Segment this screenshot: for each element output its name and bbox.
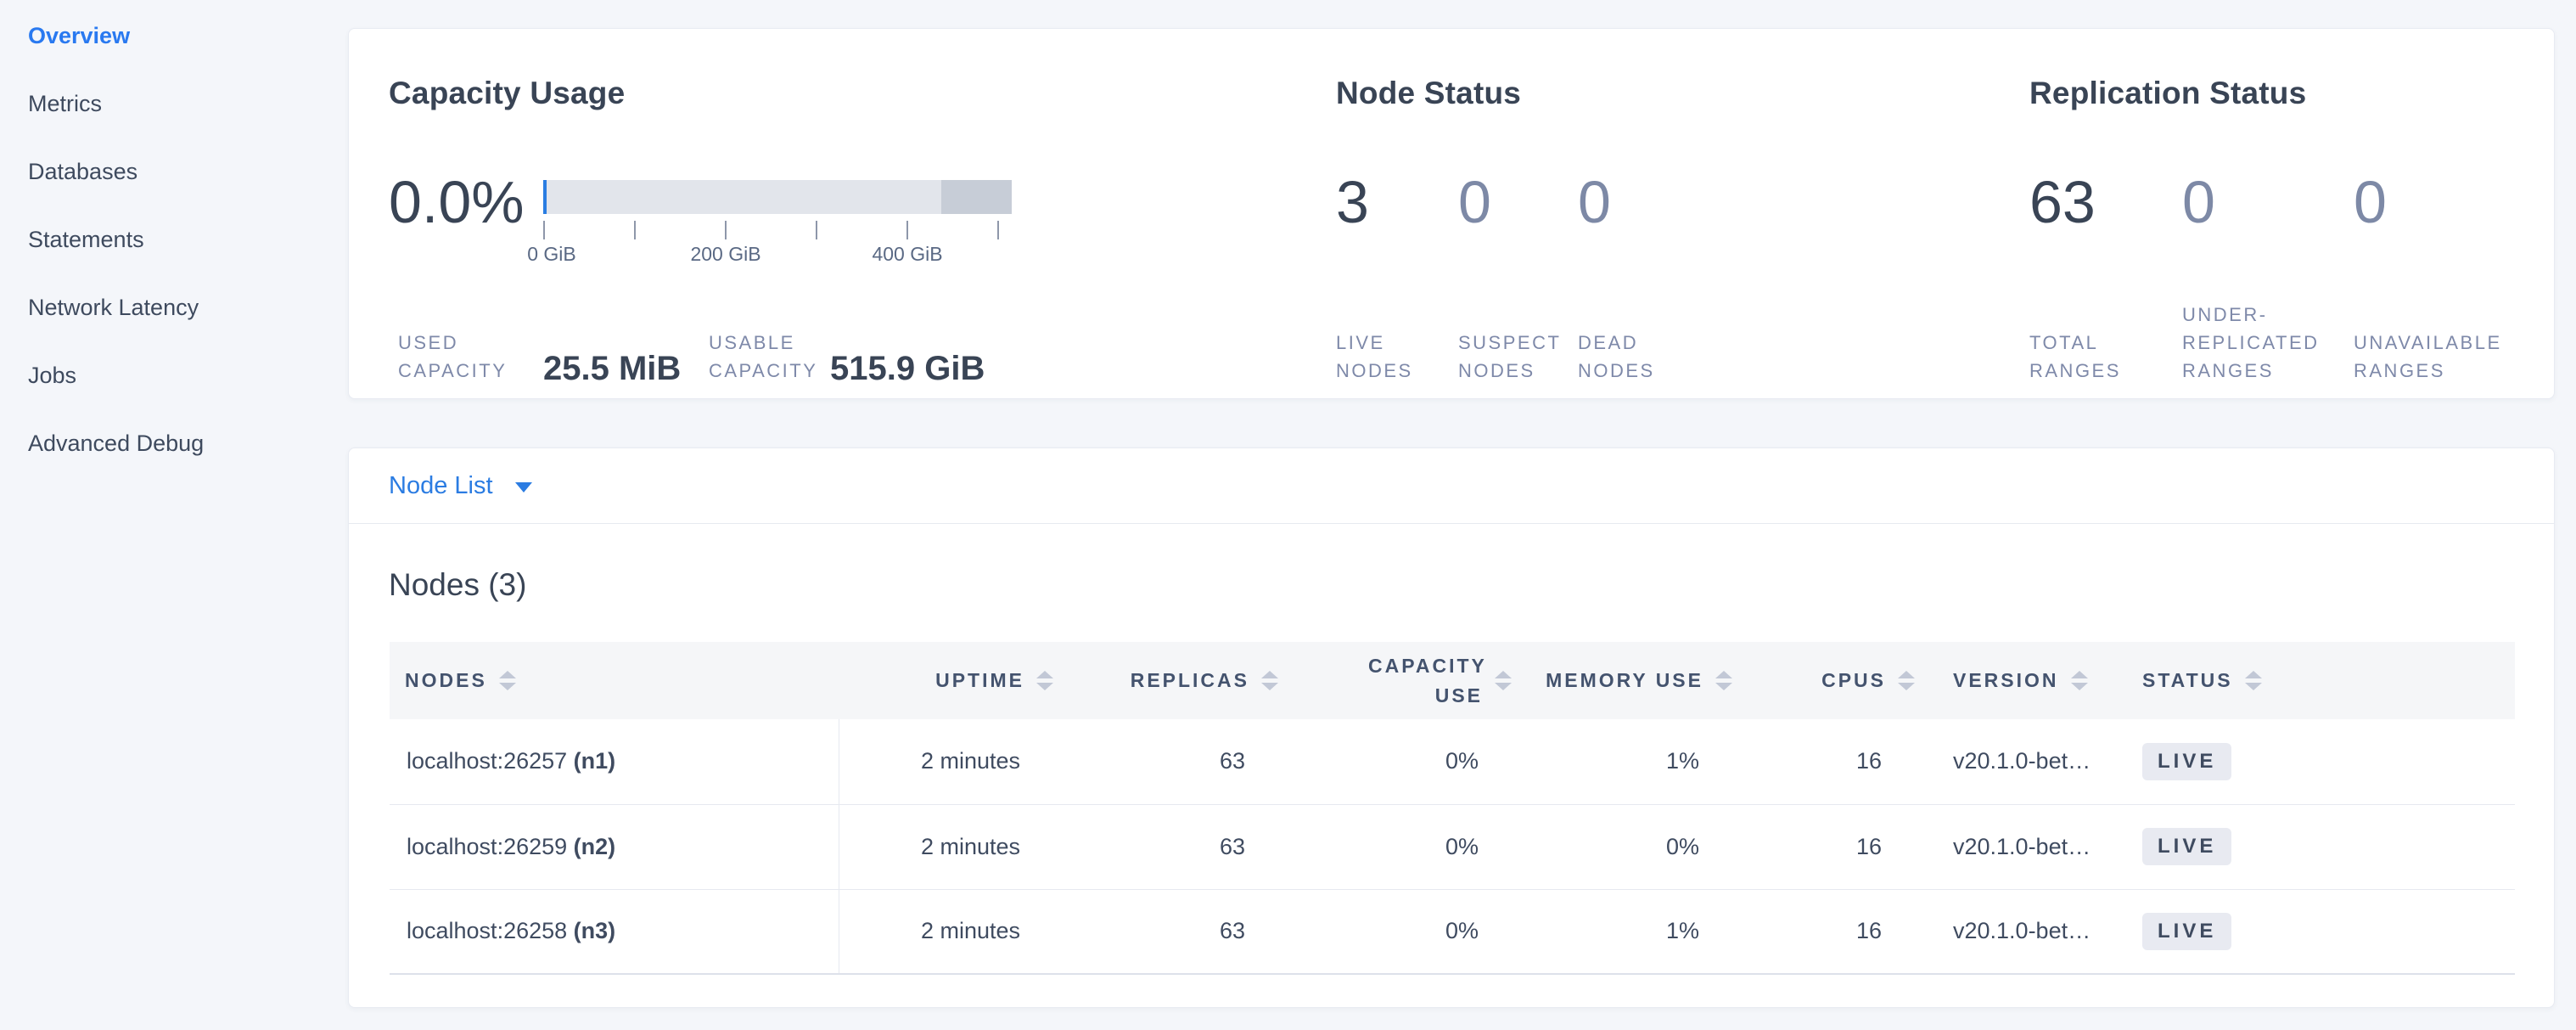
sidebar-item-overview[interactable]: Overview <box>0 2 348 70</box>
node-cpus: 16 <box>1732 719 1915 804</box>
cluster-summary-card: Capacity Usage 0.0% 0 GiB 200 GiB 400 Gi… <box>348 28 2555 399</box>
sort-icon <box>1495 671 1512 690</box>
table-row-node-1[interactable]: localhost:26257 (n1) 2 minutes 63 0% 1% … <box>390 719 2515 804</box>
axis-label-400: 400 GiB <box>839 243 975 266</box>
nodes-table-header-row: NODES UPTIME REPLICAS CAPACITY USE MEMOR… <box>390 642 2515 719</box>
under-replicated-label: UNDER-REPLICATED RANGES <box>2182 301 2326 385</box>
node-uptime: 2 minutes <box>839 719 1053 804</box>
node-address: localhost:26259 <box>407 834 567 859</box>
node-address: localhost:26258 <box>407 918 567 943</box>
sort-icon <box>2245 671 2262 690</box>
nodes-section-title: Nodes (3) <box>389 567 526 603</box>
sort-icon <box>1036 671 1053 690</box>
capacity-axis-labels: 0 GiB 200 GiB 400 GiB <box>543 243 1012 268</box>
node-cpus: 16 <box>1732 804 1915 889</box>
sidebar-item-statements[interactable]: Statements <box>0 205 348 273</box>
header-nodes[interactable]: NODES <box>390 642 839 719</box>
usable-capacity-value: 515.9 GiB <box>830 350 985 388</box>
capacity-bar-chart: 0 GiB 200 GiB 400 GiB <box>543 180 1012 268</box>
nodes-table: NODES UPTIME REPLICAS CAPACITY USE MEMOR… <box>390 642 2515 975</box>
sort-icon <box>1261 671 1278 690</box>
status-badge: LIVE <box>2142 828 2231 865</box>
node-memory-use: 1% <box>1512 719 1732 804</box>
capacity-usage-title: Capacity Usage <box>389 76 625 111</box>
table-row-node-3[interactable]: localhost:26258 (n3) 2 minutes 63 0% 1% … <box>390 889 2515 974</box>
header-cpus[interactable]: CPUS <box>1732 642 1915 719</box>
node-id: (n3) <box>574 918 616 943</box>
header-nodes-label: NODES <box>405 669 487 692</box>
sidebar-item-databases[interactable]: Databases <box>0 138 348 205</box>
header-memory-use-label: MEMORY USE <box>1546 669 1703 692</box>
header-uptime-label: UPTIME <box>935 669 1024 692</box>
replication-status-title: Replication Status <box>2029 76 2306 111</box>
total-ranges-count: 63 <box>2029 172 2096 232</box>
capacity-bar-nonusable-segment <box>941 180 1012 214</box>
node-replicas: 63 <box>1053 804 1278 889</box>
dead-nodes-count: 0 <box>1578 172 1611 232</box>
node-cpus: 16 <box>1732 889 1915 974</box>
node-capacity-use: 0% <box>1278 719 1512 804</box>
node-list-dropdown[interactable]: Node List <box>349 448 2554 524</box>
node-replicas: 63 <box>1053 889 1278 974</box>
node-id: (n1) <box>574 748 616 774</box>
chevron-down-icon <box>515 482 532 492</box>
sidebar-item-advanced-debug[interactable]: Advanced Debug <box>0 409 348 477</box>
status-badge: LIVE <box>2142 913 2231 950</box>
header-status[interactable]: STATUS <box>2114 642 2515 719</box>
suspect-nodes-count: 0 <box>1458 172 1491 232</box>
unavailable-count: 0 <box>2354 172 2387 232</box>
header-capacity-use[interactable]: CAPACITY USE <box>1278 642 1512 719</box>
capacity-axis-ticks <box>543 221 1012 239</box>
node-list-dropdown-label: Node List <box>389 472 493 500</box>
used-capacity-label: USED CAPACITY <box>398 329 508 385</box>
node-address: localhost:26257 <box>407 748 567 774</box>
dead-nodes-label: DEAD NODES <box>1578 329 1697 385</box>
capacity-bar-track <box>543 180 1012 214</box>
capacity-used-percent: 0.0% <box>389 172 525 232</box>
table-row-node-2[interactable]: localhost:26259 (n2) 2 minutes 63 0% 0% … <box>390 804 2515 889</box>
live-nodes-count: 3 <box>1336 172 1369 232</box>
suspect-nodes-label: SUSPECT NODES <box>1458 329 1569 385</box>
node-status-title: Node Status <box>1336 76 1521 111</box>
header-uptime[interactable]: UPTIME <box>839 642 1053 719</box>
header-version-label: VERSION <box>1953 669 2059 692</box>
node-capacity-use: 0% <box>1278 889 1512 974</box>
header-capacity-use-label: CAPACITY USE <box>1368 651 1483 710</box>
header-replicas-label: REPLICAS <box>1131 669 1249 692</box>
node-version: v20.1.0-bet… <box>1915 719 2114 804</box>
sidebar-item-jobs[interactable]: Jobs <box>0 341 348 409</box>
capacity-bar-used-segment <box>543 180 547 214</box>
header-status-label: STATUS <box>2142 669 2233 692</box>
sidebar-item-network-latency[interactable]: Network Latency <box>0 273 348 341</box>
header-version[interactable]: VERSION <box>1915 642 2114 719</box>
node-uptime: 2 minutes <box>839 804 1053 889</box>
axis-label-200: 200 GiB <box>658 243 794 266</box>
usable-capacity-label: USABLE CAPACITY <box>709 329 819 385</box>
sort-icon <box>1715 671 1732 690</box>
node-memory-use: 1% <box>1512 889 1732 974</box>
header-replicas[interactable]: REPLICAS <box>1053 642 1278 719</box>
node-version: v20.1.0-bet… <box>1915 889 2114 974</box>
total-ranges-label: TOTAL RANGES <box>2029 329 2140 385</box>
node-capacity-use: 0% <box>1278 804 1512 889</box>
unavailable-label: UNAVAILABLE RANGES <box>2354 329 2515 385</box>
node-memory-use: 0% <box>1512 804 1732 889</box>
sort-icon <box>499 671 516 690</box>
node-replicas: 63 <box>1053 719 1278 804</box>
sort-icon <box>1898 671 1915 690</box>
status-badge: LIVE <box>2142 743 2231 780</box>
header-cpus-label: CPUS <box>1821 669 1886 692</box>
sort-icon <box>2071 671 2088 690</box>
sidebar: Overview Metrics Databases Statements Ne… <box>0 0 348 477</box>
header-memory-use[interactable]: MEMORY USE <box>1512 642 1732 719</box>
node-id: (n2) <box>574 834 616 859</box>
used-capacity-value: 25.5 MiB <box>543 350 681 388</box>
nodes-card: Node List Nodes (3) NODES UPTIME REPLICA… <box>348 447 2555 1008</box>
node-version: v20.1.0-bet… <box>1915 804 2114 889</box>
live-nodes-label: LIVE NODES <box>1336 329 1446 385</box>
sidebar-item-metrics[interactable]: Metrics <box>0 70 348 138</box>
under-replicated-count: 0 <box>2182 172 2215 232</box>
node-uptime: 2 minutes <box>839 889 1053 974</box>
axis-label-0: 0 GiB <box>484 243 620 266</box>
